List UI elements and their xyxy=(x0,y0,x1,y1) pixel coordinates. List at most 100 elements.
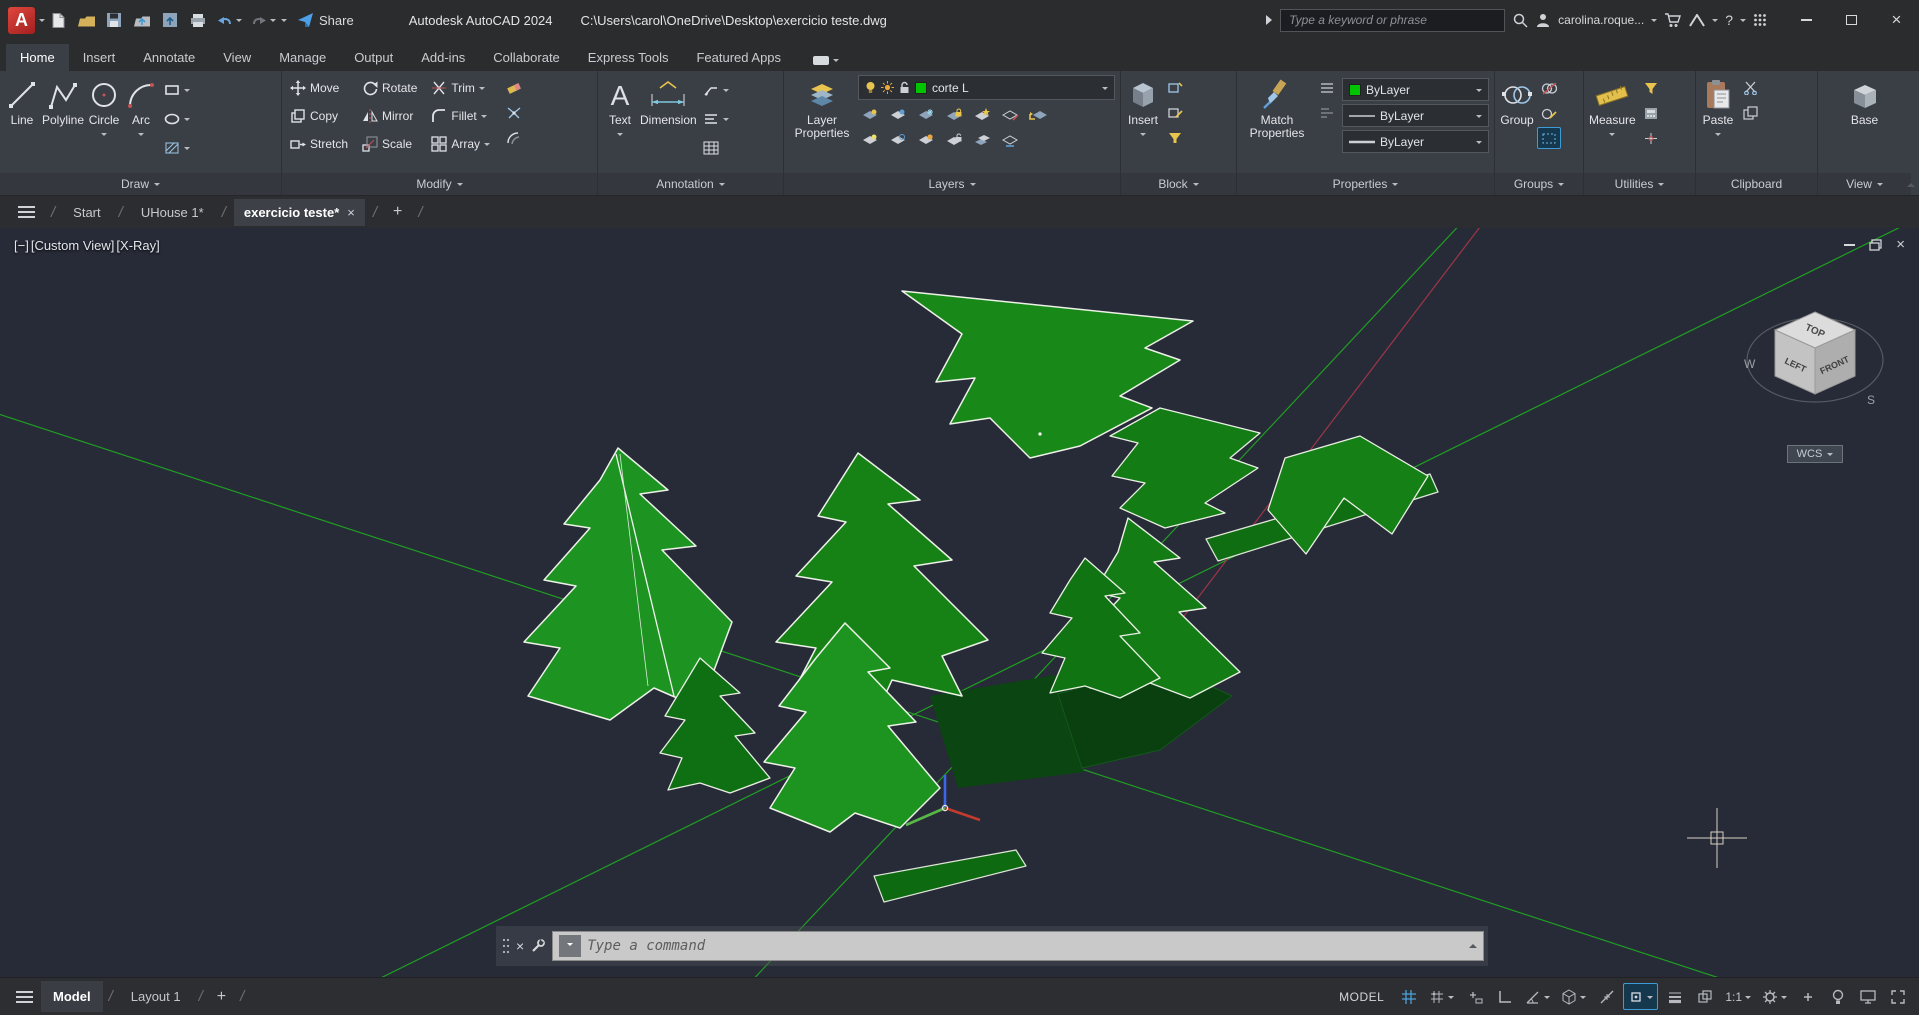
minimize-button[interactable] xyxy=(1784,0,1829,40)
ellipse-tool-button[interactable] xyxy=(161,106,193,132)
autodesk-app-icon[interactable] xyxy=(1689,14,1705,27)
redo-button[interactable] xyxy=(247,7,279,33)
view-panel-footer[interactable]: View xyxy=(1818,173,1911,195)
selection-cycling-button[interactable] xyxy=(1691,983,1718,1010)
fillet-caret-icon[interactable] xyxy=(481,115,487,121)
table-button[interactable] xyxy=(700,135,732,161)
layers-panel-footer[interactable]: Layers xyxy=(784,173,1120,195)
array-caret-icon[interactable] xyxy=(484,143,490,149)
cut-button[interactable] xyxy=(1738,77,1762,99)
edit-block-button[interactable] xyxy=(1163,102,1187,124)
layer-on-button[interactable] xyxy=(858,129,882,151)
snap-mode-button[interactable] xyxy=(1425,983,1458,1010)
more-properties-icon[interactable] xyxy=(1315,102,1339,124)
polar-caret-icon[interactable] xyxy=(1544,996,1550,1002)
make-current-layer-button[interactable] xyxy=(970,104,994,126)
match-properties-button[interactable]: Match Properties xyxy=(1242,75,1312,141)
offset-button[interactable] xyxy=(502,127,526,149)
ribbon-collapse-icon[interactable] xyxy=(1907,179,1915,187)
close-window-button[interactable]: × xyxy=(1874,0,1919,40)
application-menu-button[interactable]: A xyxy=(8,7,35,34)
lineweight-select[interactable]: ByLayer xyxy=(1342,130,1489,153)
layer-lock-button[interactable] xyxy=(942,104,966,126)
insert-caret-icon[interactable] xyxy=(1140,133,1146,139)
command-line-close-icon[interactable]: × xyxy=(516,938,524,954)
save-button[interactable] xyxy=(101,7,127,33)
user-avatar-icon[interactable] xyxy=(1535,12,1551,28)
tab-exercicio-teste[interactable]: exercicio teste*× xyxy=(234,199,365,226)
layout1-tab[interactable]: Layout 1 xyxy=(119,981,193,1012)
tab-output[interactable]: Output xyxy=(340,44,407,71)
lineweight-display-button[interactable] xyxy=(1661,983,1688,1010)
drawing-canvas[interactable]: [−] [Custom View] [X-Ray] × W S TOP LEFT… xyxy=(0,228,1919,977)
plot-button[interactable] xyxy=(185,7,211,33)
tab-uhouse1[interactable]: UHouse 1* xyxy=(131,199,214,226)
text-caret-icon[interactable] xyxy=(617,133,623,139)
share-button[interactable]: Share xyxy=(297,12,354,28)
command-input[interactable] xyxy=(587,938,1463,954)
viewport-restore-icon[interactable] xyxy=(1869,239,1882,251)
help-icon[interactable]: ? xyxy=(1725,12,1733,28)
groups-panel-footer[interactable]: Groups xyxy=(1495,173,1583,195)
array-button[interactable]: Array xyxy=(428,131,493,157)
id-point-button[interactable] xyxy=(1639,127,1663,149)
group-button[interactable]: Group xyxy=(1500,75,1534,127)
annotation-scale-button[interactable]: 1:1 xyxy=(1721,983,1755,1010)
properties-panel-footer[interactable]: Properties xyxy=(1237,173,1494,195)
previous-layer-button[interactable] xyxy=(1026,104,1050,126)
paste-button[interactable]: Paste xyxy=(1701,75,1735,139)
viewcube-south-label[interactable]: S xyxy=(1867,393,1875,407)
wcs-button[interactable]: WCS xyxy=(1787,445,1844,463)
command-customize-wrench-icon[interactable] xyxy=(530,938,546,954)
fillet-button[interactable]: Fillet xyxy=(428,103,493,129)
open-file-button[interactable] xyxy=(73,7,99,33)
open-web-mobile-button[interactable] xyxy=(129,7,155,33)
undo-button[interactable] xyxy=(213,7,245,33)
new-layout-button[interactable]: + xyxy=(209,988,234,1006)
explode-button[interactable] xyxy=(502,102,526,124)
dynamic-input-button[interactable] xyxy=(1461,983,1488,1010)
leader-button[interactable] xyxy=(700,77,732,103)
layer-off-button[interactable] xyxy=(858,104,882,126)
save-web-mobile-button[interactable] xyxy=(157,7,183,33)
viewcube-west-label[interactable]: W xyxy=(1744,357,1756,371)
grid-display-button[interactable] xyxy=(1395,983,1422,1010)
model-canvas-svg[interactable] xyxy=(0,228,1919,977)
base-button[interactable]: Base xyxy=(1848,75,1882,127)
layer-walk-button[interactable] xyxy=(998,129,1022,151)
current-layer-select[interactable]: corte L xyxy=(858,75,1115,100)
trim-button[interactable]: Trim xyxy=(428,75,493,101)
hatch-tool-button[interactable] xyxy=(161,135,193,161)
block-panel-footer[interactable]: Block xyxy=(1121,173,1236,195)
rotate-button[interactable]: Rotate xyxy=(359,75,420,101)
maximize-button[interactable] xyxy=(1829,0,1874,40)
tab-featured-apps[interactable]: Featured Apps xyxy=(682,44,795,71)
quick-calc-button[interactable] xyxy=(1639,102,1663,124)
visual-style-control[interactable]: [X-Ray] xyxy=(116,238,159,253)
tab-collaborate[interactable]: Collaborate xyxy=(479,44,574,71)
layer-unlock-button[interactable] xyxy=(942,129,966,151)
stretch-button[interactable]: Stretch xyxy=(287,131,351,157)
text-button[interactable]: AText xyxy=(603,75,637,139)
group-selection-toggle[interactable] xyxy=(1537,127,1561,149)
cart-icon[interactable] xyxy=(1664,12,1682,28)
group-edit-button[interactable] xyxy=(1537,102,1561,124)
annotation-panel-footer[interactable]: Annotation xyxy=(598,173,783,195)
quick-select-button[interactable] xyxy=(1639,77,1663,99)
object-color-select[interactable]: ByLayer xyxy=(1342,78,1489,101)
ribbon-display-toggle[interactable] xyxy=(805,49,847,71)
paste-caret-icon[interactable] xyxy=(1715,133,1721,139)
autodesk-app-caret-icon[interactable] xyxy=(1712,19,1718,25)
move-button[interactable]: Move xyxy=(287,75,351,101)
viewcube-svg[interactable]: W S TOP LEFT FRONT xyxy=(1739,280,1891,438)
dimension-button[interactable]: Dimension xyxy=(640,75,697,127)
layer-unisolate-button[interactable] xyxy=(886,129,910,151)
tab-start[interactable]: Start xyxy=(63,199,110,226)
text-style-button[interactable] xyxy=(700,106,732,132)
ungroup-button[interactable] xyxy=(1537,77,1561,99)
workspace-switching-button[interactable] xyxy=(1758,983,1791,1010)
command-input-field[interactable] xyxy=(552,931,1484,961)
properties-list-icon[interactable] xyxy=(1315,77,1339,99)
clean-screen-button[interactable] xyxy=(1884,983,1911,1010)
scale-button[interactable]: Scale xyxy=(359,131,420,157)
